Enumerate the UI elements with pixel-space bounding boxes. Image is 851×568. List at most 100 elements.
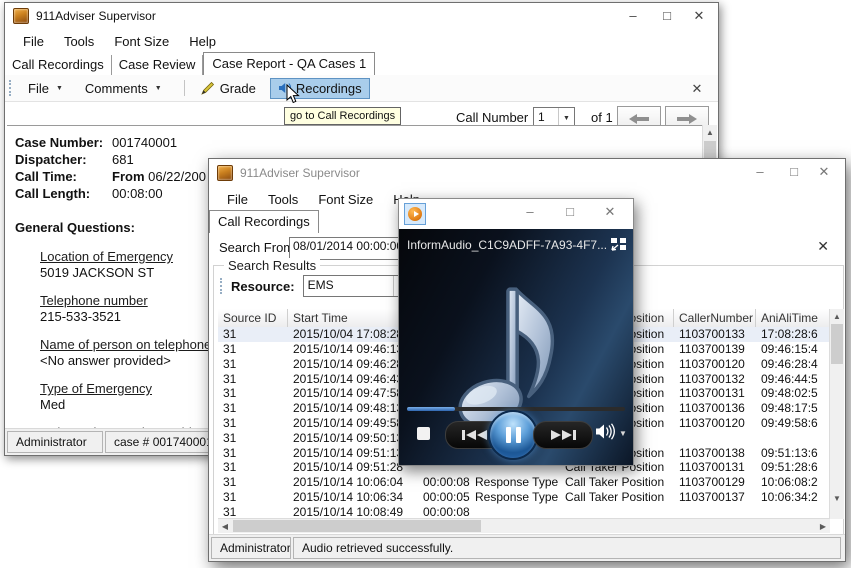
resource-label: Resource: [231,278,295,294]
column-header-callernumber[interactable]: CallerNumber [674,309,756,327]
table-cell: 1103700129 [679,475,745,490]
grade-button[interactable]: Grade [193,78,264,99]
table-cell: 2015/10/14 10:08:49 [293,504,404,519]
table-vertical-scrollbar[interactable]: ▲ ▼ [829,309,844,519]
back-titlebar: 911Adviser Supervisor – □ ✕ [5,3,718,29]
maximize-icon[interactable]: □ [555,199,585,224]
audio-filename: InformAudio_C1C9ADFF-7A93-4F7... [407,237,607,252]
column-header-anialitime[interactable]: AniAliTime [756,309,830,327]
table-cell: 31 [223,475,237,490]
field-label: Call Time: [15,169,77,184]
stop-icon[interactable] [417,427,430,440]
maximize-icon[interactable]: □ [652,3,682,28]
arrow-left-icon [629,114,649,124]
player-body: InformAudio_C1C9ADFF-7A93-4F7... ▼ [399,229,633,465]
table-cell: 31 [223,356,237,371]
table-horizontal-scrollbar[interactable]: ◀ ▶ [218,518,830,533]
tab-case-review[interactable]: Case Review [112,55,204,75]
back-menu-tools[interactable]: Tools [54,31,104,52]
app-icon [217,165,233,181]
scroll-thumb[interactable] [831,324,843,364]
table-cell: 2015/10/14 10:06:04 [293,475,404,490]
table-row[interactable]: 31 2015/10/14 10:06:34 00:00:05 Response Ty… [218,489,830,504]
app-icon [13,8,29,24]
pause-button[interactable] [488,410,538,460]
front-menu-font-size[interactable]: Font Size [308,189,383,210]
table-cell: Call Taker Position [565,475,665,490]
table-cell: 1103700120 [679,356,745,371]
toolbar-close-icon[interactable]: ✕ [682,76,712,101]
status-user: Administrator [211,537,291,559]
file-dropdown-button[interactable]: File ▼ [20,78,71,99]
front-titlebar: 911Adviser Supervisor – □ ✕ [209,159,845,187]
front-menu-tools[interactable]: Tools [258,189,308,210]
case-field: Case Number: 001740001 [15,134,702,151]
table-cell: Call Taker Position [565,489,665,504]
maximize-icon[interactable]: □ [779,159,809,184]
back-menu-help[interactable]: Help [179,31,226,52]
minimize-icon[interactable]: – [515,199,545,224]
table-cell: 1103700131 [679,460,745,475]
table-cell: 1103700132 [679,371,745,386]
tab-call-recordings[interactable]: Call Recordings [209,210,319,233]
resource-dropdown[interactable]: EMS ▼ [302,275,410,297]
field-value: 00:08:00 [112,186,163,201]
close-icon[interactable]: ✕ [595,199,625,224]
scroll-up-icon[interactable]: ▲ [830,309,844,323]
back-window-title: 911Adviser Supervisor [36,9,156,23]
status-message: Audio retrieved successfully. [293,537,841,559]
next-track-button[interactable] [533,421,593,449]
table-cell: 1103700138 [679,445,745,460]
play-icon [408,207,422,221]
tab-case-report-qa-cases-1[interactable]: Case Report - QA Cases 1 [203,52,376,75]
field-label: Call Length: [15,186,91,201]
tab-call-recordings[interactable]: Call Recordings [5,55,112,75]
recordings-button[interactable]: Recordings [269,77,370,99]
search-from-label: Search From [219,240,295,255]
scroll-thumb[interactable] [233,520,481,532]
back-menu-font-size[interactable]: Font Size [104,31,179,52]
volume-icon [596,423,615,440]
panel-close-icon[interactable]: ✕ [817,238,829,255]
table-cell: 10:06:34:2 [761,489,818,504]
table-cell: 31 [223,430,237,445]
table-cell: 1103700136 [679,401,745,416]
audio-player-window: – □ ✕ InformAudio_C1C9ADFF-7A93-4F7... ▼ [398,198,634,466]
close-icon[interactable]: ✕ [684,3,714,28]
minimize-icon[interactable]: – [745,159,775,184]
table-cell: 09:51:13:6 [761,445,818,460]
switch-to-library-icon[interactable] [610,237,627,252]
chevron-down-icon: ▼ [154,84,162,92]
volume-button[interactable] [595,423,615,445]
table-cell: 31 [223,386,237,401]
back-menu-file[interactable]: File [13,31,54,52]
table-cell: 09:46:28:4 [761,356,818,371]
table-cell: 09:46:15:4 [761,342,818,357]
column-header-source-id[interactable]: Source ID [218,309,288,327]
table-cell: 1103700137 [679,489,745,504]
table-row[interactable]: 31 2015/10/14 10:08:49 00:00:08 [218,504,830,519]
minimize-icon[interactable]: – [618,3,648,28]
volume-chevron-down-icon[interactable]: ▼ [619,429,627,438]
scroll-up-icon[interactable]: ▲ [703,125,717,140]
toolbar-grip[interactable] [9,80,15,96]
scroll-down-icon[interactable]: ▼ [830,491,844,505]
now-playing-row: InformAudio_C1C9ADFF-7A93-4F7... [407,237,627,252]
chevron-down-icon: ▼ [55,84,63,92]
front-statusbar: Administrator Audio retrieved successful… [209,534,845,561]
table-cell: 31 [223,342,237,357]
field-value-bold: From [112,169,145,184]
previous-icon [462,430,487,440]
table-cell: 1103700139 [679,342,745,357]
grade-label: Grade [219,80,256,96]
table-row[interactable]: 31 2015/10/14 10:06:04 00:00:08 Response Ty… [218,475,830,490]
close-icon[interactable]: ✕ [809,159,839,184]
scroll-right-icon[interactable]: ▶ [816,519,830,533]
comments-dropdown-button[interactable]: Comments ▼ [77,78,170,99]
scroll-left-icon[interactable]: ◀ [218,519,232,533]
player-titlebar: – □ ✕ [399,199,633,229]
table-cell: 09:48:17:5 [761,401,818,416]
toolbar-grip[interactable] [220,278,226,294]
table-cell: 31 [223,401,237,416]
front-menu-file[interactable]: File [217,189,258,210]
